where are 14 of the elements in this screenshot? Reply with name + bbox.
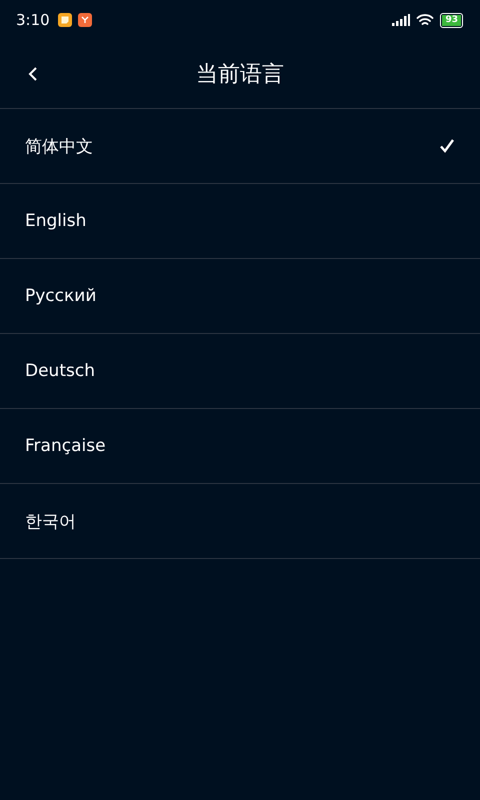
battery-indicator: 93 — [440, 12, 463, 28]
page-title: 当前语言 — [196, 61, 284, 89]
back-icon — [28, 66, 38, 82]
wifi-icon — [416, 13, 434, 27]
clock-time: 3:10 — [16, 11, 50, 29]
language-label: 简体中文 — [25, 136, 93, 158]
language-label: 한국어 — [25, 510, 76, 532]
note-app-icon — [58, 13, 72, 27]
language-label: English — [25, 211, 86, 231]
shop-app-icon — [78, 13, 92, 27]
language-label: Française — [25, 436, 106, 456]
language-label: Русский — [25, 286, 96, 306]
language-label: Deutsch — [25, 361, 95, 381]
signal-icon — [392, 14, 410, 26]
